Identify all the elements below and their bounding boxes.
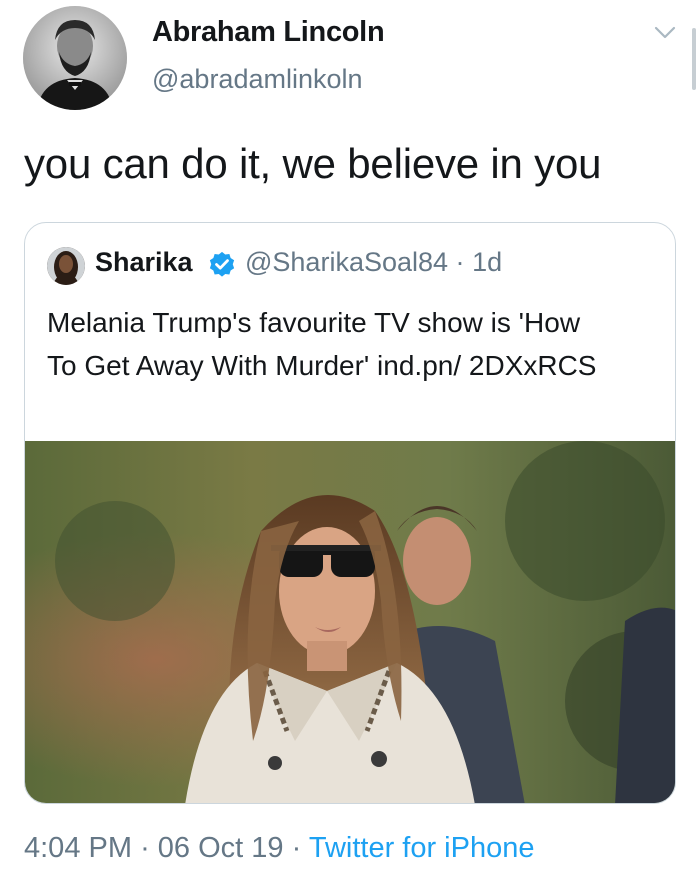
lincoln-portrait-icon xyxy=(23,6,127,110)
author-display-name[interactable]: Abraham Lincoln xyxy=(152,16,385,49)
verified-badge-icon xyxy=(207,250,237,280)
separator-dot: · xyxy=(140,832,150,864)
quoted-tweet-photo[interactable] xyxy=(25,441,675,803)
more-options-chevron-down-icon[interactable] xyxy=(648,18,682,48)
author-handle[interactable]: @abradamlinkoln xyxy=(152,64,363,95)
tweet-time[interactable]: 4:04 PM xyxy=(24,832,132,864)
quoted-author-display-name[interactable]: Sharika xyxy=(95,247,193,278)
separator-dot: · xyxy=(291,832,302,864)
melania-photo-image xyxy=(25,441,675,803)
author-avatar[interactable] xyxy=(23,6,127,110)
separator-dot: · xyxy=(455,247,465,277)
quoted-author-handle-line: @SharikaSoal84 · 1d xyxy=(245,247,502,278)
tweet-detail: Abraham Lincoln @abradamlinkoln you can … xyxy=(0,0,700,875)
tweet-text: you can do it, we believe in you xyxy=(24,140,602,187)
quoted-author-handle[interactable]: @SharikaSoal84 xyxy=(245,247,448,277)
quoted-tweet-card[interactable]: Sharika @SharikaSoal84 · 1d Melania Trum… xyxy=(24,222,676,804)
tweet-date[interactable]: 06 Oct 19 xyxy=(158,832,284,864)
tweet-metadata: 4:04 PM · 06 Oct 19 · Twitter for iPhone xyxy=(24,832,534,865)
scrollbar[interactable] xyxy=(692,28,696,90)
quoted-tweet-age[interactable]: 1d xyxy=(472,247,502,277)
quoted-tweet-text: Melania Trump's favourite TV show is 'Ho… xyxy=(47,307,597,381)
sharika-avatar-icon xyxy=(47,247,85,285)
quoted-author-avatar[interactable] xyxy=(47,247,85,285)
tweet-source-link[interactable]: Twitter for iPhone xyxy=(309,832,535,864)
